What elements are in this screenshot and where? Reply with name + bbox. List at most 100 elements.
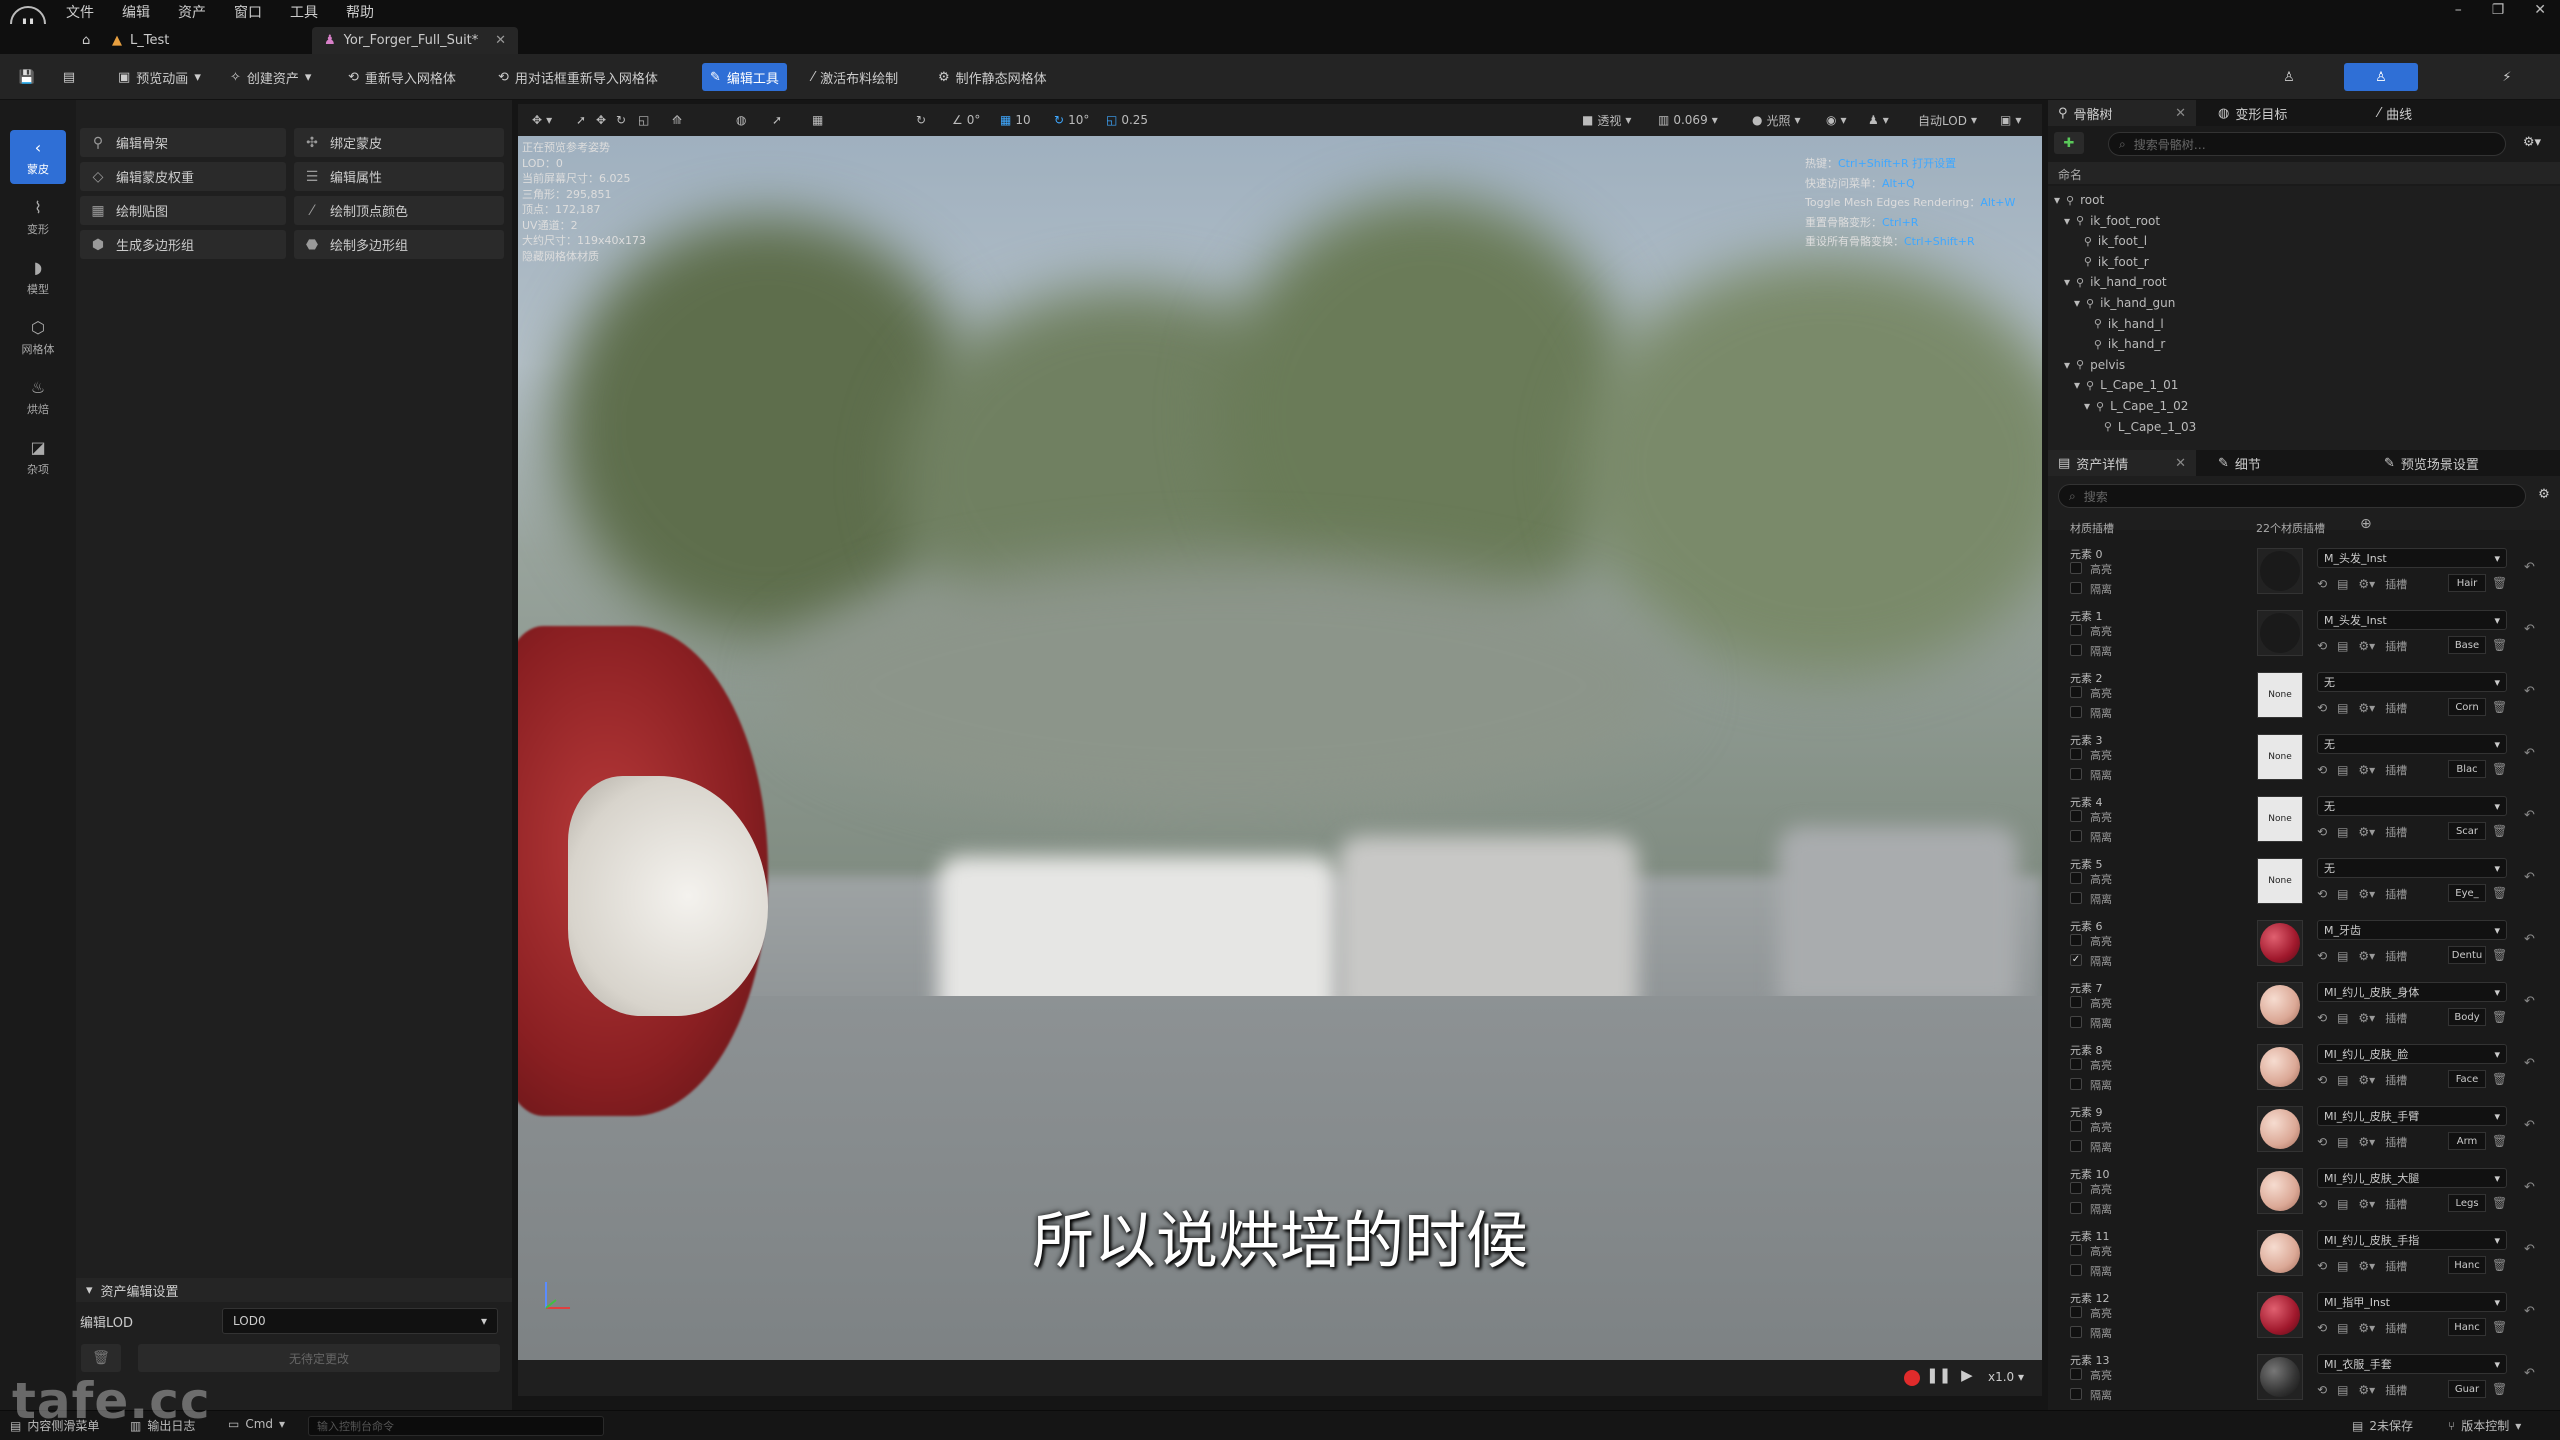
isolate-checkbox[interactable] [2070, 1016, 2082, 1028]
bone-row[interactable]: ▾ ⚲ ik_hand_gun [2074, 293, 2175, 313]
bone-row[interactable]: ⚲ ik_foot_r [2074, 252, 2149, 272]
folder-icon[interactable]: ▤ [2337, 1259, 2348, 1273]
tab-asset[interactable]: ♟ Yor_Forger_Full_Suit* ✕ [312, 27, 518, 54]
folder-icon[interactable]: ▤ [2337, 1011, 2348, 1025]
tab-skeleton-tree[interactable]: ⚲ 骨骼树 ✕ [2048, 100, 2196, 126]
expand-icon[interactable] [2074, 255, 2078, 269]
home-tab[interactable]: ⌂ [70, 27, 102, 54]
slot-name-field[interactable]: Scar [2448, 822, 2486, 840]
material-dropdown[interactable]: 无 ▾ [2317, 672, 2507, 692]
cursor-mode-button[interactable]: ➚ [768, 108, 786, 132]
isolate-checkbox[interactable] [2070, 1202, 2082, 1214]
material-dropdown[interactable]: MI_约儿_皮肤_手臂 ▾ [2317, 1106, 2507, 1126]
material-dropdown[interactable]: MI_衣服_手套 ▾ [2317, 1354, 2507, 1374]
material-thumbnail[interactable] [2257, 1106, 2303, 1152]
gear-icon[interactable]: ⚙▾ [2358, 1321, 2375, 1335]
material-dropdown[interactable]: MI_约儿_皮肤_手指 ▾ [2317, 1230, 2507, 1250]
browse-icon[interactable]: ⟲ [2317, 1135, 2327, 1149]
reset-arrow-icon[interactable]: ↶ [2524, 1118, 2535, 1133]
version-control-button[interactable]: ⑂ 版本控制 ▾ [2448, 1417, 2521, 1434]
isolate-checkbox[interactable] [2070, 768, 2082, 780]
record-button[interactable] [1904, 1370, 1920, 1386]
folder-icon[interactable]: ▤ [2337, 1383, 2348, 1397]
create-asset-button[interactable]: ✧ 创建资产 ▾ [222, 63, 319, 91]
trash-icon[interactable]: 🗑 [2492, 824, 2507, 838]
reset-arrow-icon[interactable]: ↶ [2524, 560, 2535, 575]
browse-button[interactable]: ▤ [52, 63, 86, 91]
tab-level[interactable]: ▲ L_Test [100, 27, 181, 54]
expand-icon[interactable] [2074, 234, 2078, 248]
material-dropdown[interactable]: MI_约儿_皮肤_脸 ▾ [2317, 1044, 2507, 1064]
gear-icon[interactable]: ⚙▾ [2358, 763, 2375, 777]
highlight-checkbox[interactable] [2070, 1182, 2082, 1194]
browse-icon[interactable]: ⟲ [2317, 1321, 2327, 1335]
highlight-checkbox[interactable] [2070, 996, 2082, 1008]
browse-icon[interactable]: ⟲ [2317, 639, 2327, 653]
bone-search-input[interactable]: ⌕ 搜索骨骼树… [2108, 132, 2506, 156]
no-pending-changes-button[interactable]: 无待定更改 [138, 1344, 500, 1372]
details-settings-button[interactable]: ⚙ [2530, 482, 2558, 506]
rail-deform[interactable]: ⌇ 变形 [10, 190, 66, 244]
rail-skin[interactable]: ‹ 蒙皮 [10, 130, 66, 184]
gear-icon[interactable]: ⚙▾ [2358, 1383, 2375, 1397]
highlight-checkbox[interactable] [2070, 1368, 2082, 1380]
bone-row[interactable]: ▾ ⚲ ik_foot_root [2064, 211, 2160, 231]
expand-icon[interactable] [2084, 337, 2088, 351]
browse-icon[interactable]: ⟲ [2317, 763, 2327, 777]
reset-arrow-icon[interactable]: ↶ [2524, 684, 2535, 699]
snap-grid-button[interactable]: ▦ [808, 108, 827, 132]
menu-asset[interactable]: 资产 [178, 2, 206, 22]
save-button[interactable]: 💾 [10, 63, 44, 91]
tab-details[interactable]: ✎ 细节 [2208, 450, 2271, 476]
material-thumbnail[interactable]: None [2257, 734, 2303, 780]
gear-icon[interactable]: ⚙▾ [2358, 701, 2375, 715]
bone-row[interactable]: ⚲ ik_hand_r [2084, 334, 2165, 354]
browse-icon[interactable]: ⟲ [2317, 1197, 2327, 1211]
rail-model[interactable]: ◗ 模型 [10, 250, 66, 304]
trash-icon[interactable]: 🗑 [2492, 1134, 2507, 1148]
reset-arrow-icon[interactable]: ↶ [2524, 994, 2535, 1009]
slot-name-field[interactable]: Arm [2448, 1132, 2486, 1150]
bone-row[interactable]: ▾ ⚲ pelvis [2064, 355, 2125, 375]
edit-skeleton-button[interactable]: ⚲ 编辑骨架 [80, 128, 286, 157]
scale-tool[interactable]: ◱ [634, 108, 653, 132]
highlight-checkbox[interactable] [2070, 1058, 2082, 1070]
slot-name-field[interactable]: Dentu [2448, 946, 2486, 964]
trash-icon[interactable]: 🗑 [2492, 1072, 2507, 1086]
folder-icon[interactable]: ▤ [2337, 1073, 2348, 1087]
material-dropdown[interactable]: MI_指甲_Inst ▾ [2317, 1292, 2507, 1312]
expand-icon[interactable]: ▾ [2064, 214, 2070, 228]
expand-icon[interactable] [2084, 317, 2088, 331]
slot-name-field[interactable]: Legs [2448, 1194, 2486, 1212]
isolate-checkbox[interactable] [2070, 830, 2082, 842]
bone-row[interactable]: ⚲ ik_hand_l [2084, 314, 2164, 334]
gear-icon[interactable]: ⚙▾ [2358, 887, 2375, 901]
expand-icon[interactable]: ▾ [2074, 296, 2080, 310]
material-thumbnail[interactable]: None [2257, 858, 2303, 904]
close-tab-icon[interactable]: ✕ [495, 33, 506, 48]
reset-arrow-icon[interactable]: ↶ [2524, 1242, 2535, 1257]
trash-icon[interactable]: 🗑 [2492, 886, 2507, 900]
slot-name-field[interactable]: Corn [2448, 698, 2486, 716]
folder-icon[interactable]: ▤ [2337, 577, 2348, 591]
reset-arrow-icon[interactable]: ↶ [2524, 1304, 2535, 1319]
browse-icon[interactable]: ⟲ [2317, 1383, 2327, 1397]
gear-icon[interactable]: ⚙▾ [2358, 577, 2375, 591]
expand-icon[interactable] [2094, 420, 2098, 434]
reset-arrow-icon[interactable]: ↶ [2524, 622, 2535, 637]
menu-edit[interactable]: 编辑 [122, 2, 150, 22]
trash-icon[interactable]: 🗑 [2492, 1320, 2507, 1334]
trash-icon[interactable]: 🗑 [2492, 1258, 2507, 1272]
fov-button[interactable]: ▥ 0.069 ▾ [1654, 108, 1722, 132]
reset-arrow-icon[interactable]: ↶ [2524, 932, 2535, 947]
asset-edit-section[interactable]: ▾ 资产编辑设置 [76, 1278, 512, 1302]
browse-icon[interactable]: ⟲ [2317, 887, 2327, 901]
material-thumbnail[interactable] [2257, 548, 2303, 594]
slot-name-field[interactable]: Eye_ [2448, 884, 2486, 902]
skeleton-mode-button[interactable]: ♙ [2272, 63, 2306, 91]
slot-name-field[interactable]: Face [2448, 1070, 2486, 1088]
edit-attributes-button[interactable]: ☰ 编辑属性 [294, 162, 504, 191]
close-tab-icon[interactable]: ✕ [2175, 456, 2186, 471]
bone-row[interactable]: ▾ ⚲ L_Cape_1_01 [2074, 375, 2178, 395]
edit-tools-button[interactable]: ✎ 编辑工具 [702, 63, 787, 91]
